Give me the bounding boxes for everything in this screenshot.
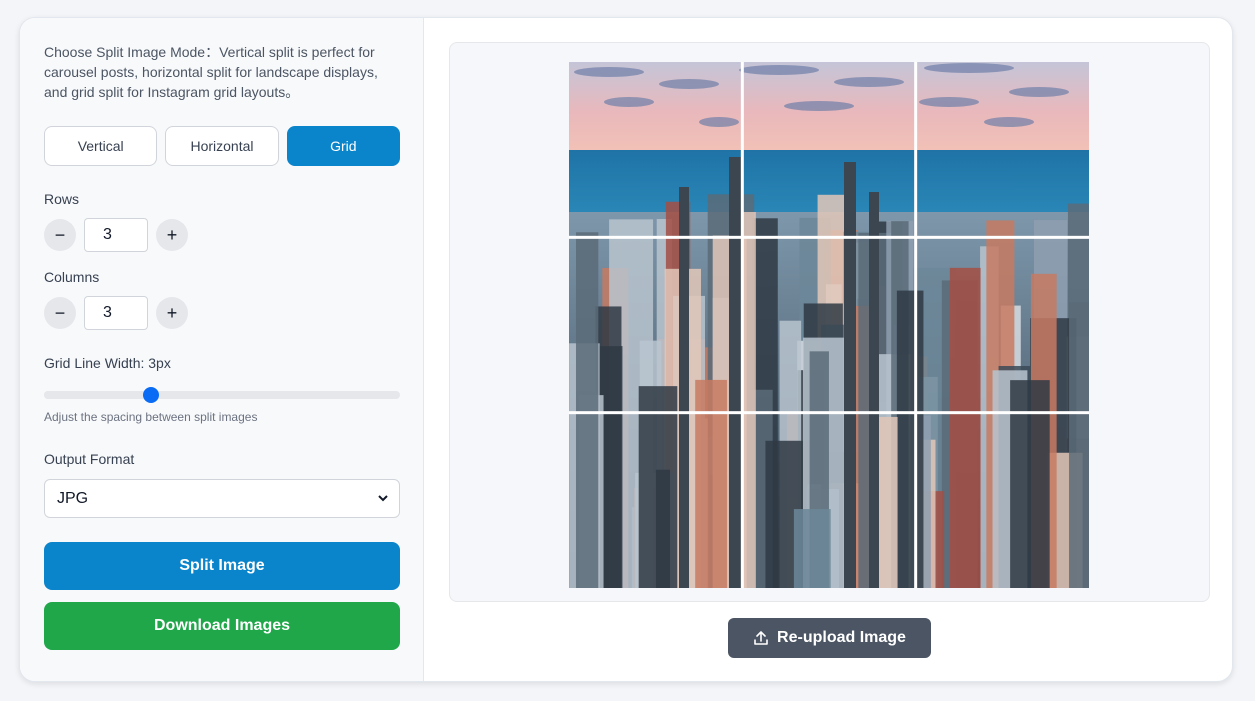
mode-vertical-button[interactable]: Vertical bbox=[44, 126, 158, 166]
grid-line-width-label: Grid Line Width: 3px bbox=[44, 355, 171, 371]
rows-decrement-button[interactable]: − bbox=[44, 219, 76, 251]
rows-increment-button[interactable]: + bbox=[156, 219, 188, 251]
grid-line-vertical bbox=[740, 62, 744, 588]
output-format-label: Output Format bbox=[44, 451, 135, 467]
settings-panel: Choose Split Image Mode：Vertical split i… bbox=[20, 18, 424, 681]
grid-line-hint: Adjust the spacing between split images bbox=[44, 410, 258, 424]
rows-label: Rows bbox=[44, 191, 80, 207]
grid-line-horizontal bbox=[569, 411, 1089, 415]
mode-description: Choose Split Image Mode：Vertical split i… bbox=[44, 44, 378, 100]
grid-line-horizontal bbox=[569, 235, 1089, 239]
upload-icon bbox=[754, 631, 768, 645]
download-images-button[interactable]: Download Images bbox=[44, 602, 400, 650]
grid-line-vertical bbox=[914, 62, 918, 588]
slider-thumb[interactable] bbox=[142, 387, 159, 403]
mode-horizontal-button[interactable]: Horizontal bbox=[165, 126, 279, 166]
output-format-value: JPG bbox=[57, 489, 89, 507]
preview-area bbox=[449, 42, 1210, 602]
mode-grid-button[interactable]: Grid bbox=[286, 126, 400, 166]
image-splitter-card: Choose Split Image Mode：Vertical split i… bbox=[19, 17, 1233, 682]
reupload-label: Re-upload Image bbox=[777, 629, 906, 646]
columns-label: Columns bbox=[44, 269, 100, 285]
split-image-preview bbox=[569, 62, 1089, 588]
columns-input[interactable] bbox=[84, 296, 148, 330]
reupload-image-button[interactable]: Re-upload Image bbox=[728, 618, 931, 658]
chevron-down-icon bbox=[378, 495, 388, 502]
rows-stepper: − + bbox=[44, 218, 188, 252]
columns-decrement-button[interactable]: − bbox=[44, 297, 76, 329]
columns-stepper: − + bbox=[44, 296, 188, 330]
slider-fill bbox=[44, 391, 151, 399]
split-image-button[interactable]: Split Image bbox=[44, 542, 400, 590]
rows-input[interactable] bbox=[84, 218, 148, 252]
output-format-select[interactable]: JPG bbox=[44, 479, 400, 518]
columns-increment-button[interactable]: + bbox=[156, 297, 188, 329]
split-mode-group: Vertical Horizontal Grid bbox=[44, 126, 400, 166]
grid-line-width-slider[interactable] bbox=[44, 387, 400, 403]
